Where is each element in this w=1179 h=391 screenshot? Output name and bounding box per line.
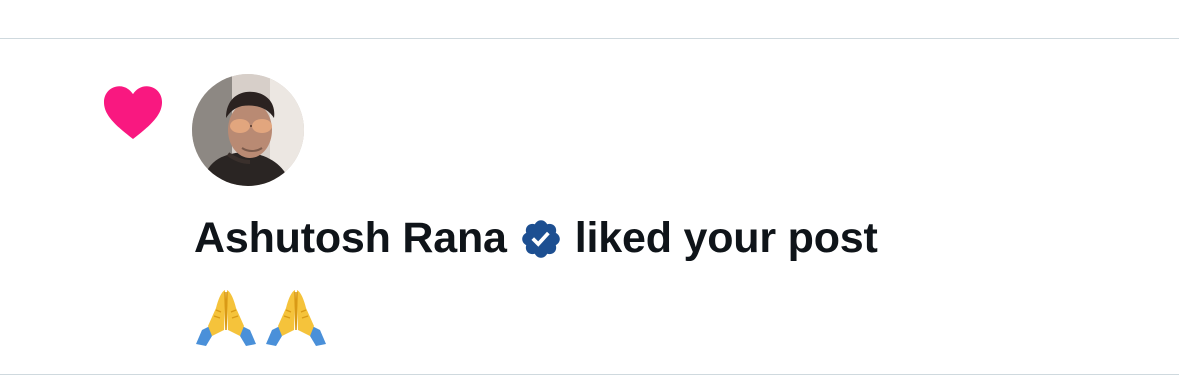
user-name-link[interactable]: Ashutosh Rana [194, 214, 507, 263]
pray-icon [196, 290, 256, 346]
heart-icon [103, 86, 163, 139]
notification-text: Ashutosh Rana liked your post [194, 212, 878, 264]
like-notification[interactable] [0, 39, 1179, 374]
post-preview[interactable] [194, 286, 328, 350]
pray-icon [266, 290, 326, 346]
action-text: liked your post [574, 213, 878, 262]
avatar[interactable] [192, 74, 304, 186]
verified-badge-icon [521, 220, 560, 258]
divider-bottom [0, 374, 1179, 375]
